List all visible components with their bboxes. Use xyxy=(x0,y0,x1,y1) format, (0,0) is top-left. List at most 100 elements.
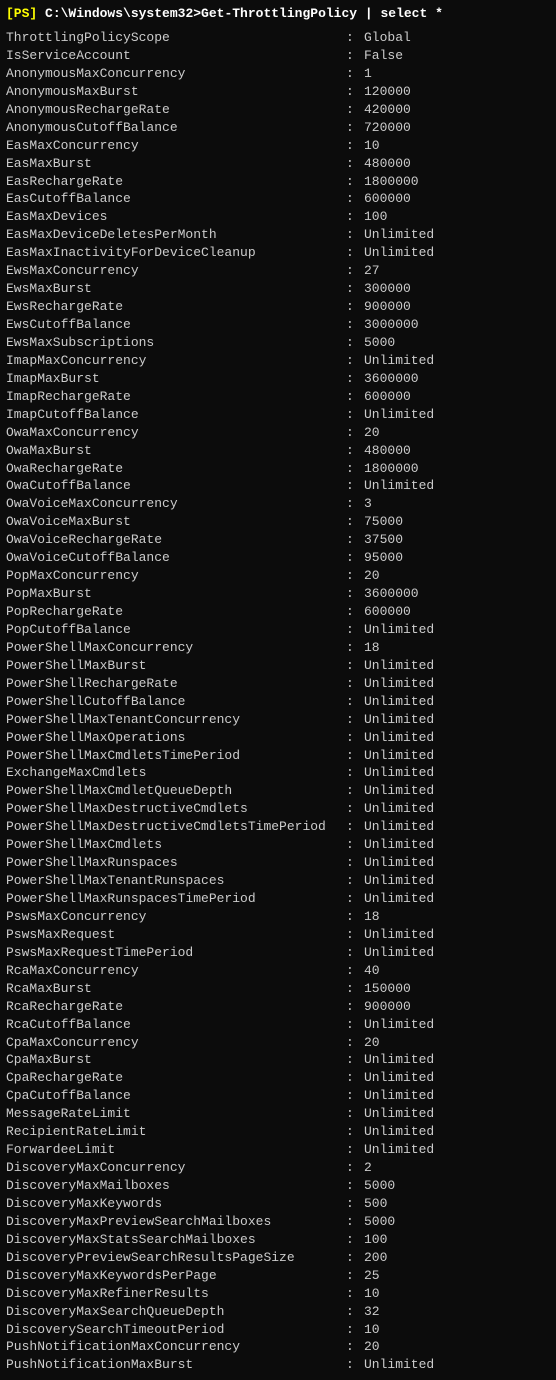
row-value: 18 xyxy=(364,908,380,926)
row-separator: : xyxy=(346,83,364,101)
row-separator: : xyxy=(346,1123,364,1141)
row-key: PopMaxBurst xyxy=(6,585,346,603)
table-row: PowerShellRechargeRate : Unlimited xyxy=(6,675,550,693)
table-row: EasMaxDevices : 100 xyxy=(6,208,550,226)
row-separator: : xyxy=(346,998,364,1016)
row-value: 1800000 xyxy=(364,173,419,191)
table-row: OwaRechargeRate : 1800000 xyxy=(6,460,550,478)
table-row: PopMaxBurst : 3600000 xyxy=(6,585,550,603)
table-row: PowerShellMaxConcurrency : 18 xyxy=(6,639,550,657)
row-value: 3600000 xyxy=(364,585,419,603)
row-key: AnonymousRechargeRate xyxy=(6,101,346,119)
table-row: PowerShellMaxBurst : Unlimited xyxy=(6,657,550,675)
row-separator: : xyxy=(346,729,364,747)
row-key: PopMaxConcurrency xyxy=(6,567,346,585)
row-key: PowerShellCutoffBalance xyxy=(6,693,346,711)
row-key: DiscoveryMaxRefinerResults xyxy=(6,1285,346,1303)
row-separator: : xyxy=(346,908,364,926)
table-row: OwaVoiceMaxBurst : 75000 xyxy=(6,513,550,531)
row-value: Unlimited xyxy=(364,675,434,693)
data-rows: ThrottlingPolicyScope : GlobalIsServiceA… xyxy=(6,29,550,1374)
table-row: DiscoveryMaxPreviewSearchMailboxes : 500… xyxy=(6,1213,550,1231)
row-value: Unlimited xyxy=(364,854,434,872)
row-separator: : xyxy=(346,1034,364,1052)
row-value: Unlimited xyxy=(364,818,434,836)
row-key: OwaMaxBurst xyxy=(6,442,346,460)
table-row: ImapRechargeRate : 600000 xyxy=(6,388,550,406)
table-row: OwaMaxBurst : 480000 xyxy=(6,442,550,460)
table-row: PushNotificationMaxBurst : Unlimited xyxy=(6,1356,550,1374)
row-separator: : xyxy=(346,155,364,173)
row-key: DiscoverySearchTimeoutPeriod xyxy=(6,1321,346,1339)
row-separator: : xyxy=(346,190,364,208)
row-key: AnonymousMaxBurst xyxy=(6,83,346,101)
row-separator: : xyxy=(346,567,364,585)
row-value: Unlimited xyxy=(364,872,434,890)
row-key: EasMaxDeviceDeletesPerMonth xyxy=(6,226,346,244)
row-key: OwaVoiceRechargeRate xyxy=(6,531,346,549)
table-row: EasMaxDeviceDeletesPerMonth : Unlimited xyxy=(6,226,550,244)
row-value: Unlimited xyxy=(364,657,434,675)
table-row: PowerShellMaxRunspaces : Unlimited xyxy=(6,854,550,872)
row-separator: : xyxy=(346,424,364,442)
row-value: 75000 xyxy=(364,513,403,531)
row-value: Unlimited xyxy=(364,1105,434,1123)
table-row: CpaMaxConcurrency : 20 xyxy=(6,1034,550,1052)
table-row: EwsCutoffBalance : 3000000 xyxy=(6,316,550,334)
row-value: Unlimited xyxy=(364,1141,434,1159)
table-row: AnonymousMaxBurst : 120000 xyxy=(6,83,550,101)
row-separator: : xyxy=(346,1249,364,1267)
row-key: EasMaxInactivityForDeviceCleanup xyxy=(6,244,346,262)
row-separator: : xyxy=(346,764,364,782)
row-separator: : xyxy=(346,1231,364,1249)
row-separator: : xyxy=(346,585,364,603)
row-value: 500 xyxy=(364,1195,387,1213)
row-separator: : xyxy=(346,316,364,334)
table-row: AnonymousMaxConcurrency : 1 xyxy=(6,65,550,83)
row-value: Unlimited xyxy=(364,782,434,800)
table-row: PowerShellMaxTenantConcurrency : Unlimit… xyxy=(6,711,550,729)
row-key: DiscoveryMaxKeywords xyxy=(6,1195,346,1213)
row-value: 20 xyxy=(364,424,380,442)
row-key: PowerShellMaxCmdletQueueDepth xyxy=(6,782,346,800)
ps-cmd: Get-ThrottlingPolicy | select * xyxy=(201,6,443,21)
row-key: PowerShellMaxDestructiveCmdletsTimePerio… xyxy=(6,818,346,836)
row-separator: : xyxy=(346,334,364,352)
row-key: ImapCutoffBalance xyxy=(6,406,346,424)
row-key: DiscoveryMaxStatsSearchMailboxes xyxy=(6,1231,346,1249)
table-row: AnonymousRechargeRate : 420000 xyxy=(6,101,550,119)
row-value: 18 xyxy=(364,639,380,657)
row-separator: : xyxy=(346,173,364,191)
row-value: Unlimited xyxy=(364,621,434,639)
row-key: PowerShellMaxBurst xyxy=(6,657,346,675)
row-value: 37500 xyxy=(364,531,403,549)
table-row: DiscoveryMaxKeywordsPerPage : 25 xyxy=(6,1267,550,1285)
row-separator: : xyxy=(346,549,364,567)
table-row: ImapMaxConcurrency : Unlimited xyxy=(6,352,550,370)
row-separator: : xyxy=(346,639,364,657)
row-value: 95000 xyxy=(364,549,403,567)
row-key: PowerShellMaxDestructiveCmdlets xyxy=(6,800,346,818)
table-row: RcaCutoffBalance : Unlimited xyxy=(6,1016,550,1034)
row-separator: : xyxy=(346,137,364,155)
row-key: AnonymousCutoffBalance xyxy=(6,119,346,137)
row-value: 2 xyxy=(364,1159,372,1177)
row-key: PswsMaxConcurrency xyxy=(6,908,346,926)
row-key: PowerShellMaxOperations xyxy=(6,729,346,747)
row-value: 3 xyxy=(364,495,372,513)
row-separator: : xyxy=(346,65,364,83)
row-separator: : xyxy=(346,800,364,818)
table-row: PopRechargeRate : 600000 xyxy=(6,603,550,621)
row-value: Unlimited xyxy=(364,244,434,262)
row-key: EwsCutoffBalance xyxy=(6,316,346,334)
row-key: DiscoveryMaxPreviewSearchMailboxes xyxy=(6,1213,346,1231)
table-row: EasMaxInactivityForDeviceCleanup : Unlim… xyxy=(6,244,550,262)
table-row: EasCutoffBalance : 600000 xyxy=(6,190,550,208)
row-value: Unlimited xyxy=(364,944,434,962)
row-separator: : xyxy=(346,1105,364,1123)
row-value: Unlimited xyxy=(364,836,434,854)
table-row: PswsMaxRequestTimePeriod : Unlimited xyxy=(6,944,550,962)
row-key: OwaRechargeRate xyxy=(6,460,346,478)
table-row: RecipientRateLimit : Unlimited xyxy=(6,1123,550,1141)
table-row: ImapCutoffBalance : Unlimited xyxy=(6,406,550,424)
